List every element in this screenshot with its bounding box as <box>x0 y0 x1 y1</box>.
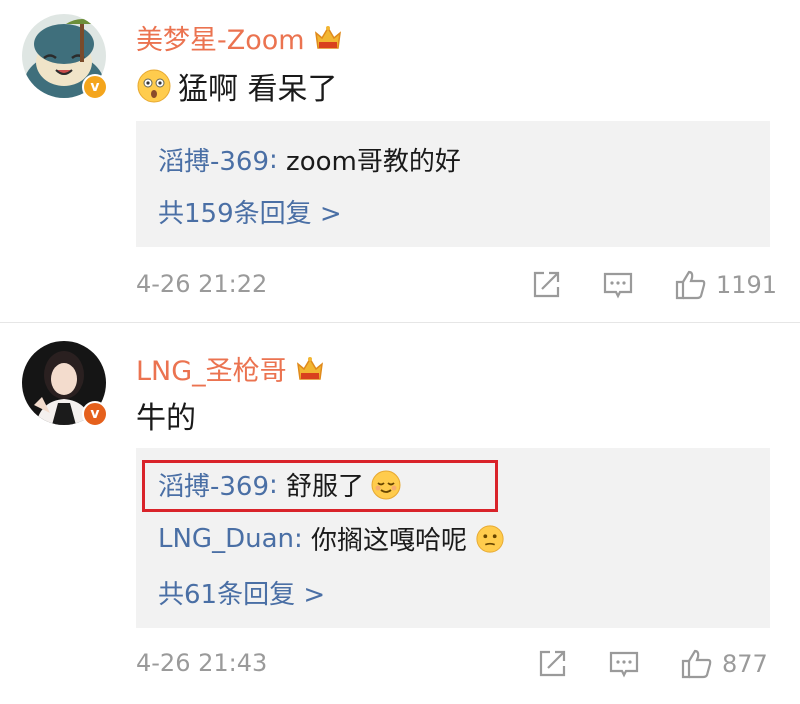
vip-crown-icon <box>296 356 323 380</box>
verified-badge-icon: v <box>82 74 108 100</box>
avatar[interactable]: v <box>22 14 108 100</box>
more-replies-link[interactable]: 共61条回复 > <box>158 574 325 611</box>
reply-box[interactable]: 滔搏-369 : zoom哥教的好 共159条回复 > <box>136 121 770 247</box>
thumbs-up-icon <box>681 649 712 679</box>
reply-username[interactable]: 滔搏-369 <box>158 141 269 178</box>
username-text[interactable]: LNG_圣枪哥 <box>136 349 287 388</box>
comment-footer: 4-26 21:22 1191 <box>136 268 777 302</box>
vip-crown-icon <box>314 25 341 49</box>
reply-separator: : <box>294 523 312 554</box>
reply-item[interactable]: 滔搏-369 : zoom哥教的好 <box>158 141 461 178</box>
comment-text-content: 牛的 <box>136 401 196 436</box>
timestamp: 4-26 21:43 <box>136 649 268 677</box>
username[interactable]: 美梦星-Zoom <box>136 18 343 57</box>
comment-text-content: 猛啊 看呆了 <box>178 72 338 107</box>
username-text[interactable]: 美梦星-Zoom <box>136 18 305 57</box>
comment-icon <box>603 272 633 299</box>
comment-text: 牛的 <box>136 393 196 437</box>
comment-footer: 4-26 21:43 877 <box>136 647 776 681</box>
like-button[interactable]: 877 <box>680 647 768 681</box>
highlight-box <box>142 460 498 512</box>
like-count: 877 <box>722 650 768 678</box>
comment-button[interactable] <box>608 647 640 681</box>
share-icon <box>533 271 560 298</box>
share-button[interactable] <box>530 268 562 302</box>
comment-button[interactable] <box>602 268 634 302</box>
reply-item[interactable]: LNG_Duan : 你搁这嘎哈呢 <box>158 520 505 557</box>
comment-item: v 美梦星-Zoom 猛啊 看呆了 滔搏-369 : zoom哥教的好 共159… <box>0 0 800 323</box>
thinking-emoji-icon <box>476 524 504 553</box>
share-button[interactable] <box>536 647 568 681</box>
thumbs-up-icon <box>675 270 706 300</box>
reply-separator: : <box>269 144 287 175</box>
comment-item: v LNG_圣枪哥 牛的 滔搏-369 : 舒服了 LNG_Duan: 你搁这… <box>0 323 800 704</box>
username[interactable]: LNG_圣枪哥 <box>136 349 325 388</box>
shocked-emoji-icon <box>137 69 171 103</box>
more-replies-link[interactable]: 共159条回复 > <box>158 193 342 230</box>
timestamp: 4-26 21:22 <box>136 270 268 298</box>
comment-text: 猛啊 看呆了 <box>136 64 338 108</box>
verified-badge-icon: v <box>82 401 108 427</box>
comment-icon <box>609 651 639 678</box>
share-icon <box>539 650 566 677</box>
avatar[interactable]: v <box>22 341 108 427</box>
reply-username[interactable]: LNG_Duan <box>158 524 294 554</box>
like-count: 1191 <box>716 271 778 299</box>
like-button[interactable]: 1191 <box>674 268 777 302</box>
reply-text: 你搁这嘎哈呢 <box>311 526 468 556</box>
reply-text: zoom哥教的好 <box>286 147 461 177</box>
